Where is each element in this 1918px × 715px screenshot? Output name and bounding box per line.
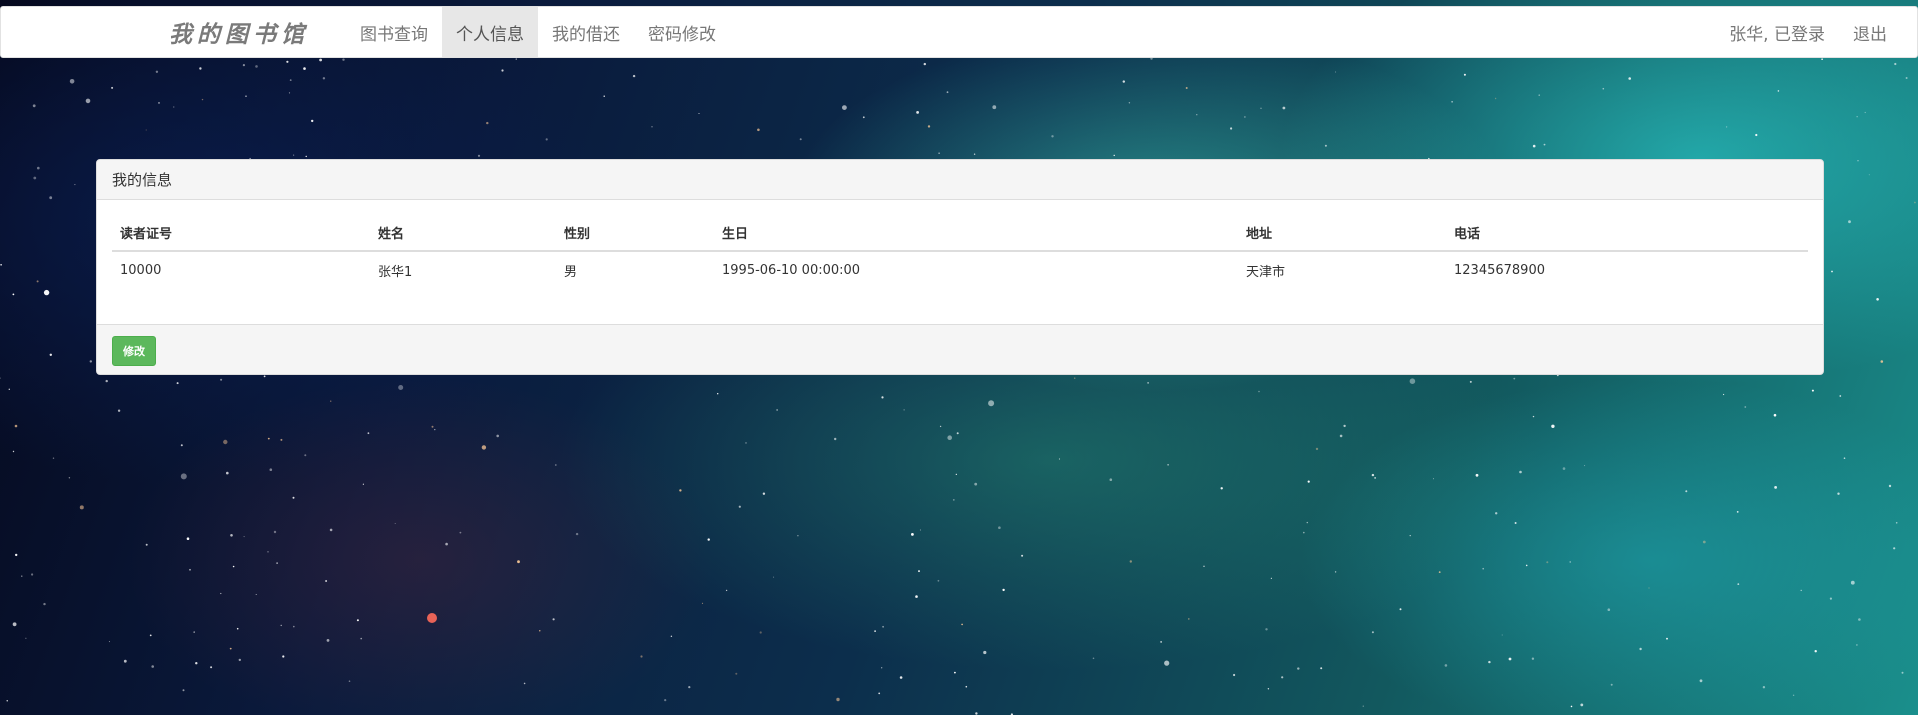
nav-item-my-borrowing[interactable]: 我的借还 xyxy=(538,7,634,57)
cell-phone: 12345678900 xyxy=(1454,262,1545,278)
top-navbar: 我的图书馆 图书查询 个人信息 我的借还 密码修改 张华, 已登录 退出 xyxy=(0,6,1918,58)
panel-footer: 修改 xyxy=(97,324,1823,374)
panel-body: 读者证号 姓名 性别 生日 地址 电话 10000 张华1 男 1995-06-… xyxy=(97,200,1823,324)
column-header-address: 地址 xyxy=(1238,215,1446,252)
brand-logo[interactable]: 我的图书馆 xyxy=(1,7,346,57)
panel-title: 我的信息 xyxy=(97,160,1823,200)
my-info-panel: 我的信息 读者证号 姓名 性别 生日 地址 电话 10000 张华1 男 199… xyxy=(96,159,1824,375)
cell-name: 张华1 xyxy=(378,264,413,280)
navbar-right: 张华, 已登录 退出 xyxy=(1715,7,1917,57)
nav-item-personal-info[interactable]: 个人信息 xyxy=(442,7,538,57)
cell-gender: 男 xyxy=(564,264,578,280)
cell-reader-id: 10000 xyxy=(120,262,162,278)
cell-birthday: 1995-06-10 00:00:00 xyxy=(722,262,861,278)
column-header-phone: 电话 xyxy=(1446,215,1808,252)
cell-address: 天津市 xyxy=(1246,264,1286,280)
column-header-name: 姓名 xyxy=(370,215,556,252)
column-header-reader-id: 读者证号 xyxy=(112,215,370,252)
nav-item-book-search[interactable]: 图书查询 xyxy=(346,7,442,57)
nav-item-password-change[interactable]: 密码修改 xyxy=(634,7,730,57)
column-header-birthday: 生日 xyxy=(714,215,1238,252)
edit-button[interactable]: 修改 xyxy=(112,335,156,366)
column-header-gender: 性别 xyxy=(556,215,714,252)
user-status-link[interactable]: 张华, 已登录 xyxy=(1715,7,1839,57)
table-row: 10000 张华1 男 1995-06-10 00:00:00 天津市 1234… xyxy=(112,251,1808,288)
info-table: 读者证号 姓名 性别 生日 地址 电话 10000 张华1 男 1995-06-… xyxy=(112,215,1808,288)
table-header-row: 读者证号 姓名 性别 生日 地址 电话 xyxy=(112,215,1808,252)
logout-link[interactable]: 退出 xyxy=(1839,7,1901,57)
